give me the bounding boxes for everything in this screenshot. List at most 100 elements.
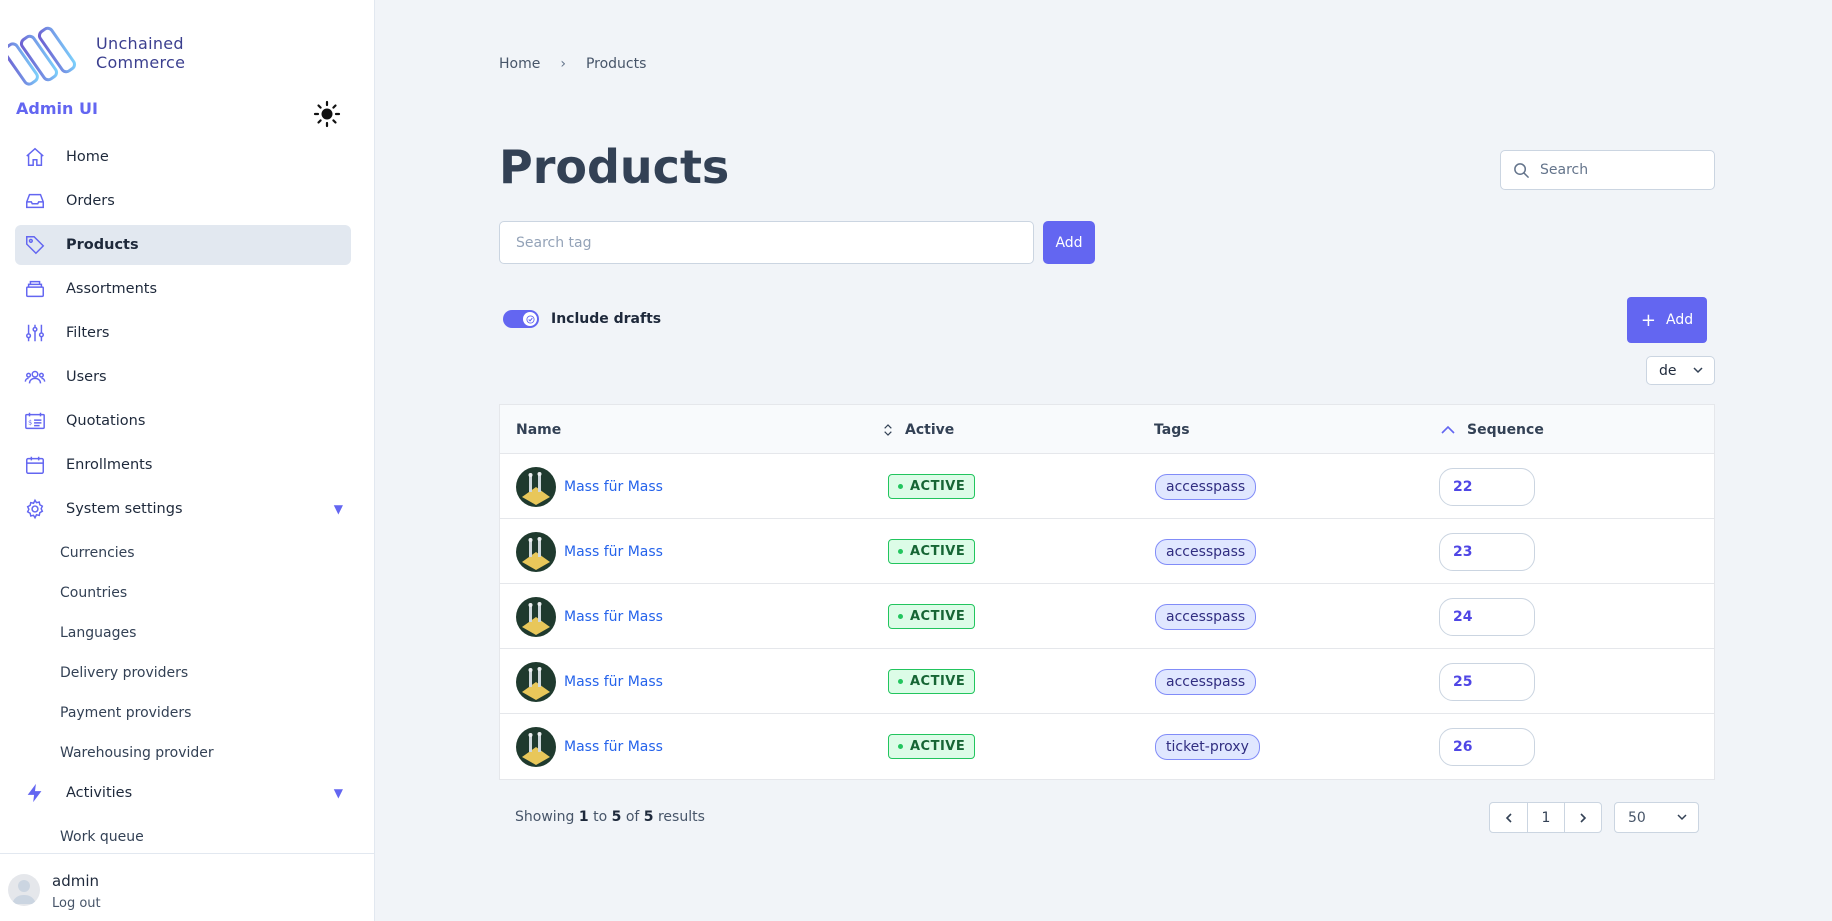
- column-active[interactable]: Active: [883, 405, 954, 454]
- per-page-value: 50: [1628, 809, 1646, 826]
- sidebar-item-system-settings[interactable]: System settings ▼: [15, 489, 351, 529]
- status-text: ACTIVE: [910, 544, 966, 559]
- sidebar-item-label: Filters: [66, 325, 110, 341]
- page-title: Products: [499, 140, 730, 194]
- sidebar-item-users[interactable]: Users: [15, 357, 351, 397]
- sidebar-subitem-languages[interactable]: Languages: [15, 613, 351, 653]
- sidebar-item-home[interactable]: Home: [15, 137, 351, 177]
- sidebar-item-assortments[interactable]: Assortments: [15, 269, 351, 309]
- table-body: Mass für MassACTIVEaccesspassMass für Ma…: [500, 454, 1714, 779]
- product-link[interactable]: Mass für Mass: [564, 609, 663, 625]
- search-input[interactable]: [1540, 162, 1700, 178]
- sequence-cell: [1439, 714, 1535, 779]
- svg-text:$: $: [28, 419, 32, 427]
- sequence-input[interactable]: [1439, 597, 1535, 636]
- per-page-select[interactable]: 50: [1614, 802, 1699, 833]
- sidebar-item-enrollments[interactable]: Enrollments: [15, 445, 351, 485]
- previous-page-button[interactable]: [1490, 803, 1527, 832]
- tag-icon: [23, 233, 47, 257]
- sidebar-item-quotations[interactable]: $ Quotations: [15, 401, 351, 441]
- tag-badge[interactable]: accesspass: [1155, 603, 1257, 630]
- breadcrumb: Home › Products: [499, 56, 646, 72]
- sequence-cell: [1439, 519, 1535, 584]
- sequence-input[interactable]: [1439, 662, 1535, 701]
- table-row: Mass für Mass ACTIVE accesspass: [500, 519, 1714, 584]
- sidebar-item-products[interactable]: Products: [15, 225, 351, 265]
- search-tag-input[interactable]: [499, 221, 1034, 264]
- caret-down-icon[interactable]: ▼: [334, 786, 343, 800]
- results-summary: Showing 1 to 5 of 5 results: [515, 809, 705, 825]
- sidebar-subitem-work-queue[interactable]: Work queue: [15, 817, 351, 857]
- status-cell: ACTIVE: [888, 519, 976, 584]
- sidebar-subitem-delivery-providers[interactable]: Delivery providers: [15, 653, 351, 693]
- status-dot-icon: [898, 549, 903, 554]
- tags-cell: accesspass: [1155, 649, 1257, 714]
- column-sequence-label: Sequence: [1467, 421, 1544, 438]
- status-cell: ACTIVE: [888, 714, 976, 779]
- status-text: ACTIVE: [910, 674, 966, 689]
- column-active-label: Active: [905, 421, 955, 438]
- sequence-input[interactable]: [1439, 727, 1535, 766]
- gear-icon: [23, 497, 47, 521]
- product-cell: Mass für Mass: [516, 714, 663, 779]
- tag-badge[interactable]: accesspass: [1155, 538, 1257, 565]
- caret-down-icon[interactable]: ▼: [334, 502, 343, 516]
- breadcrumb-home[interactable]: Home: [499, 56, 540, 72]
- tags-cell: accesspass: [1155, 519, 1257, 584]
- include-drafts-toggle[interactable]: [503, 310, 539, 328]
- column-name: Name: [516, 421, 562, 438]
- product-link[interactable]: Mass für Mass: [564, 739, 663, 755]
- product-link[interactable]: Mass für Mass: [564, 479, 663, 495]
- page-number-button[interactable]: 1: [1527, 803, 1564, 832]
- chevron-right-icon: ›: [560, 56, 566, 72]
- sequence-input[interactable]: [1439, 467, 1535, 506]
- table-row: Mass für Mass ACTIVE ticket-proxy: [500, 714, 1714, 779]
- tag-badge[interactable]: accesspass: [1155, 473, 1257, 500]
- tag-badge[interactable]: ticket-proxy: [1155, 733, 1260, 760]
- status-dot-icon: [898, 484, 903, 489]
- sidebar-item-filters[interactable]: Filters: [15, 313, 351, 353]
- next-page-button[interactable]: [1564, 803, 1601, 832]
- add-tag-button[interactable]: Add: [1043, 221, 1095, 264]
- tag-badge[interactable]: accesspass: [1155, 668, 1257, 695]
- locale-select[interactable]: de: [1646, 356, 1715, 385]
- theme-toggle-sun-icon[interactable]: [313, 100, 341, 128]
- sidebar-item-activities[interactable]: Activities ▼: [15, 773, 351, 813]
- logout-link[interactable]: Log out: [52, 896, 101, 911]
- product-thumbnail: [516, 596, 556, 637]
- brand-line-2: Commerce: [96, 53, 186, 72]
- sidebar-subitem-currencies[interactable]: Currencies: [15, 533, 351, 573]
- column-sequence[interactable]: Sequence: [1441, 405, 1544, 454]
- sidebar-item-orders[interactable]: Orders: [15, 181, 351, 221]
- add-product-label: Add: [1665, 312, 1694, 328]
- calendar-icon: [23, 453, 47, 477]
- bolt-icon: [23, 781, 47, 805]
- sidebar-subitem-warehousing-provider[interactable]: Warehousing provider: [15, 733, 351, 773]
- products-table: Name Active Tags Sequence Mass für Mass A…: [499, 404, 1715, 780]
- tags-cell: accesspass: [1155, 454, 1257, 519]
- status-dot-icon: [898, 744, 903, 749]
- sidebar-item-label: Activities: [66, 785, 133, 801]
- product-link[interactable]: Mass für Mass: [564, 544, 663, 560]
- add-product-button[interactable]: + Add: [1627, 297, 1707, 343]
- sequence-cell: [1439, 584, 1535, 649]
- brand-name: Unchained Commerce: [96, 34, 185, 72]
- sequence-input[interactable]: [1439, 532, 1535, 571]
- table-row: Mass für Mass ACTIVE accesspass: [500, 584, 1714, 649]
- results-to-word: to: [593, 809, 608, 825]
- logo[interactable]: Unchained Commerce: [8, 20, 185, 86]
- product-link[interactable]: Mass für Mass: [564, 674, 663, 690]
- home-icon: [23, 145, 47, 169]
- sidebar-subitem-countries[interactable]: Countries: [15, 573, 351, 613]
- chevron-left-icon: [1505, 812, 1512, 823]
- status-badge: ACTIVE: [888, 604, 976, 629]
- results-total: 5: [643, 809, 654, 825]
- status-badge: ACTIVE: [888, 539, 976, 564]
- sidebar-subitem-payment-providers[interactable]: Payment providers: [15, 693, 351, 733]
- chevron-down-icon: [1677, 814, 1687, 821]
- sequence-cell: [1439, 454, 1535, 519]
- status-cell: ACTIVE: [888, 584, 976, 649]
- product-thumbnail: [516, 661, 556, 702]
- search-box[interactable]: [1500, 150, 1715, 190]
- status-badge: ACTIVE: [888, 669, 976, 694]
